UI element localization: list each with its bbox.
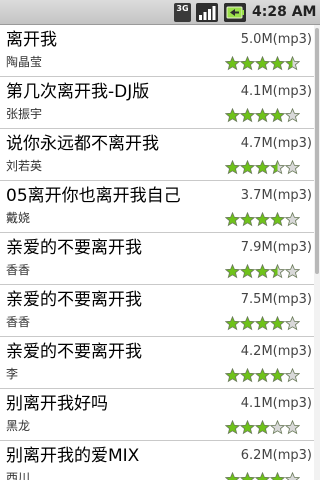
file-size: 7.5M(mp3) <box>240 292 312 307</box>
star-icon <box>225 160 240 175</box>
star-icon <box>285 316 300 331</box>
star-icon <box>240 56 255 71</box>
star-icon <box>270 56 285 71</box>
star-icon <box>225 420 240 435</box>
star-icon <box>240 316 255 331</box>
song-row[interactable]: 亲爱的不要离开我 7.9M(mp3) 香香 <box>0 233 314 285</box>
rating-stars <box>225 264 300 279</box>
star-icon <box>255 264 270 279</box>
file-size: 3.7M(mp3) <box>240 188 312 203</box>
song-row[interactable]: 亲爱的不要离开我 7.5M(mp3) 香香 <box>0 285 314 337</box>
star-icon <box>255 160 270 175</box>
signal-strength-icon <box>196 3 218 22</box>
star-icon <box>225 264 240 279</box>
song-title: 说你永远都不离开我 <box>6 134 159 154</box>
song-row[interactable]: 亲爱的不要离开我 4.2M(mp3) 李 <box>0 337 314 389</box>
status-bar: 3G 4:28 AM <box>0 0 320 25</box>
rating-stars <box>225 420 300 435</box>
star-icon <box>270 160 285 175</box>
song-title: 离开我 <box>6 30 57 50</box>
file-size: 4.1M(mp3) <box>240 396 312 411</box>
artist-name: 李 <box>6 367 19 381</box>
star-icon <box>240 420 255 435</box>
rating-stars <box>225 472 300 480</box>
file-size: 4.7M(mp3) <box>240 136 312 151</box>
song-title: 亲爱的不要离开我 <box>6 290 142 310</box>
star-icon <box>285 420 300 435</box>
star-icon <box>225 316 240 331</box>
file-size: 7.9M(mp3) <box>240 240 312 255</box>
artist-name: 刘若英 <box>6 159 43 173</box>
battery-charging-icon <box>224 3 246 22</box>
star-icon <box>270 264 285 279</box>
file-size: 4.2M(mp3) <box>240 344 312 359</box>
star-icon <box>285 368 300 383</box>
star-icon <box>270 420 285 435</box>
artist-name: 西川 <box>6 471 31 480</box>
song-title: 第几次离开我-DJ版 <box>6 82 150 102</box>
song-title: 别离开我好吗 <box>6 394 108 414</box>
star-icon <box>240 212 255 227</box>
star-icon <box>285 108 300 123</box>
song-list[interactable]: 离开我 5.0M(mp3) 陶晶莹第几次离开我-DJ版 4.1M(mp3) 张振宇说你永… <box>0 25 314 480</box>
rating-stars <box>225 316 300 331</box>
star-icon <box>225 212 240 227</box>
network-3g-icon: 3G <box>174 3 191 22</box>
file-size: 5.0M(mp3) <box>240 32 312 47</box>
song-row[interactable]: 离开我 5.0M(mp3) 陶晶莹 <box>0 25 314 77</box>
star-icon <box>285 472 300 480</box>
artist-name: 陶晶莹 <box>6 55 43 69</box>
song-row[interactable]: 第几次离开我-DJ版 4.1M(mp3) 张振宇 <box>0 77 314 129</box>
star-icon <box>270 212 285 227</box>
star-icon <box>285 56 300 71</box>
file-size: 6.2M(mp3) <box>240 448 312 463</box>
star-icon <box>240 108 255 123</box>
star-icon <box>285 264 300 279</box>
rating-stars <box>225 108 300 123</box>
artist-name: 香香 <box>6 263 31 277</box>
star-icon <box>240 160 255 175</box>
star-icon <box>255 56 270 71</box>
artist-name: 黑龙 <box>6 419 31 433</box>
scrollbar-thumb[interactable] <box>315 28 319 274</box>
song-row[interactable]: 别离开我的爱MIX 6.2M(mp3) 西川 <box>0 441 314 480</box>
rating-stars <box>225 368 300 383</box>
rating-stars <box>225 212 300 227</box>
star-icon <box>255 368 270 383</box>
star-icon <box>255 420 270 435</box>
star-icon <box>270 368 285 383</box>
star-icon <box>255 212 270 227</box>
star-icon <box>240 472 255 480</box>
artist-name: 香香 <box>6 315 31 329</box>
star-icon <box>255 108 270 123</box>
song-row[interactable]: 说你永远都不离开我 4.7M(mp3) 刘若英 <box>0 129 314 181</box>
song-title: 05离开你也离开我自己 <box>6 186 181 206</box>
star-icon <box>270 108 285 123</box>
song-title: 别离开我的爱MIX <box>6 446 140 466</box>
rating-stars <box>225 160 300 175</box>
song-row[interactable]: 别离开我好吗 4.1M(mp3) 黑龙 <box>0 389 314 441</box>
star-icon <box>270 316 285 331</box>
star-icon <box>225 368 240 383</box>
star-icon <box>270 472 285 480</box>
artist-name: 张振宇 <box>6 107 43 121</box>
artist-name: 戴娆 <box>6 211 31 225</box>
rating-stars <box>225 56 300 71</box>
star-icon <box>225 472 240 480</box>
file-size: 4.1M(mp3) <box>240 84 312 99</box>
clock-time: 4:28 AM <box>252 4 317 20</box>
star-icon <box>255 316 270 331</box>
star-icon <box>255 472 270 480</box>
star-icon <box>240 264 255 279</box>
song-title: 亲爱的不要离开我 <box>6 342 142 362</box>
star-icon <box>225 108 240 123</box>
star-icon <box>285 160 300 175</box>
song-title: 亲爱的不要离开我 <box>6 238 142 258</box>
star-icon <box>285 212 300 227</box>
song-row[interactable]: 05离开你也离开我自己 3.7M(mp3) 戴娆 <box>0 181 314 233</box>
star-icon <box>225 56 240 71</box>
star-icon <box>240 368 255 383</box>
scrollbar[interactable] <box>314 25 320 480</box>
